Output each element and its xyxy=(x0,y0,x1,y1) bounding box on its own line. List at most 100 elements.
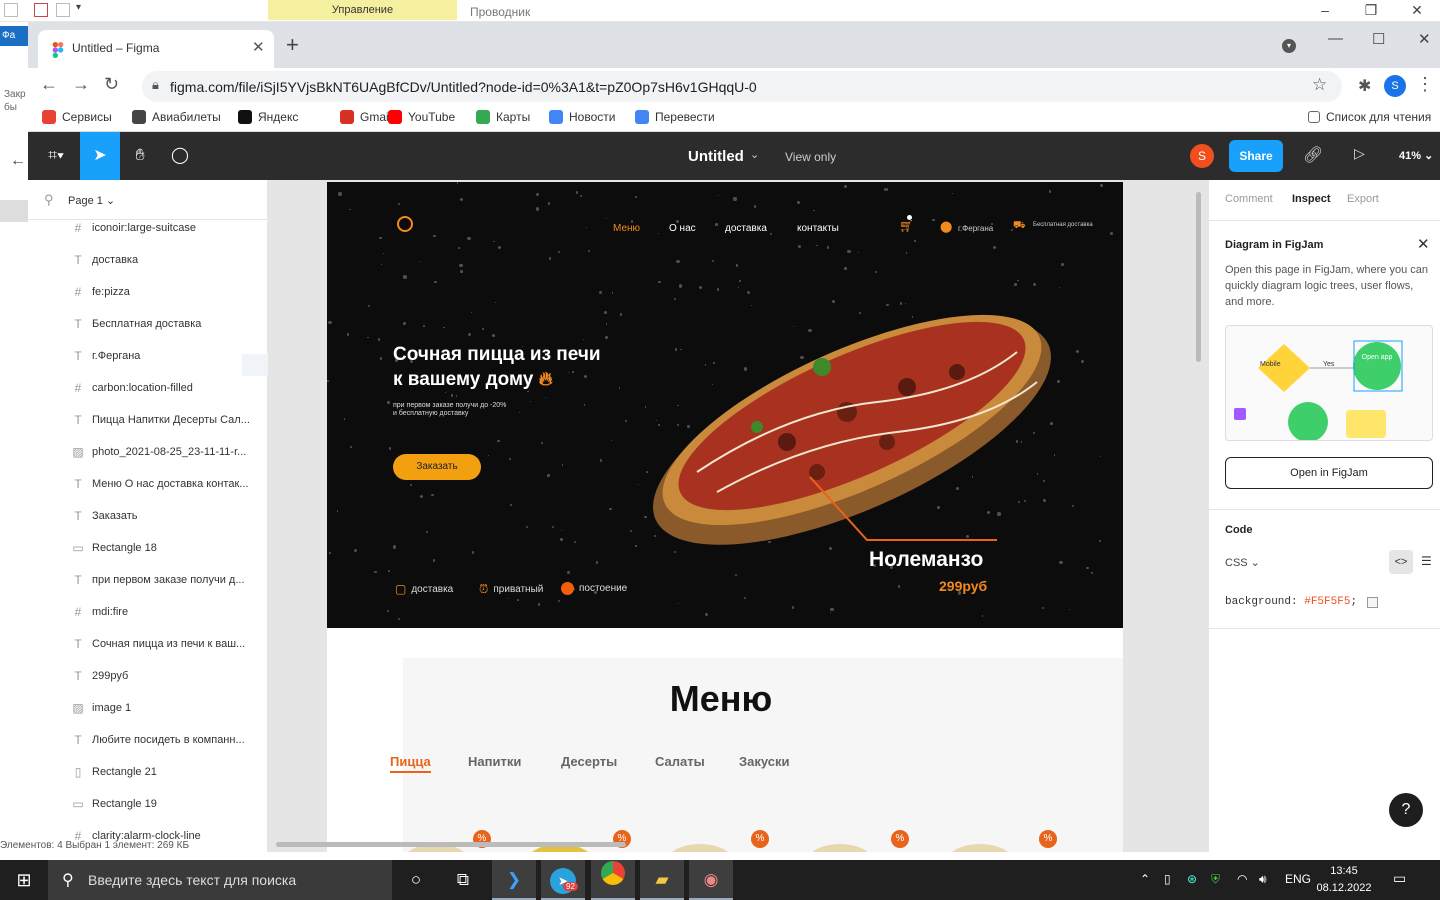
windows-start-icon[interactable]: ⊞ xyxy=(0,860,48,900)
tab-pizza[interactable]: Пицца xyxy=(390,754,431,773)
chrome-icon[interactable] xyxy=(591,860,635,900)
menu-kebab-icon[interactable]: ⋮ xyxy=(1416,74,1434,95)
tab-close-icon[interactable]: ✕ xyxy=(252,38,265,56)
present-play-icon[interactable]: ▷ xyxy=(1354,145,1365,162)
hero-nav-menu[interactable]: Меню xyxy=(613,223,640,234)
copy-link-icon[interactable]: 🔗︎ xyxy=(1303,145,1323,165)
tab-desserts[interactable]: Десерты xyxy=(561,754,617,769)
reading-list[interactable]: Список для чтения xyxy=(1308,110,1431,124)
move-tool-icon[interactable]: ➤ xyxy=(80,132,120,180)
bookmark-item[interactable]: Перевести xyxy=(635,110,715,124)
file-title[interactable]: Untitled xyxy=(688,148,744,165)
bookmark-item[interactable]: YouTube xyxy=(388,110,455,124)
figma-menu-icon[interactable]: ⌗▾ xyxy=(34,132,78,180)
hero-nav-delivery[interactable]: доставка xyxy=(725,223,767,234)
back-icon[interactable]: ← xyxy=(40,74,58,95)
zoom-level[interactable]: 41% ⌄ xyxy=(1399,149,1433,162)
properties-icon[interactable] xyxy=(34,3,48,17)
browser-tab[interactable]: Untitled – Figma ✕ xyxy=(38,30,274,68)
layer-row[interactable]: T 299руб xyxy=(28,660,267,692)
file-menu-tab[interactable]: Фа xyxy=(0,26,28,46)
layer-row[interactable]: Tдоставка xyxy=(28,244,267,276)
layer-row[interactable]: # carbon:location-filled xyxy=(28,372,267,404)
back-arrow-icon[interactable]: ← xyxy=(10,152,26,170)
code-language-select[interactable]: CSS ⌄ xyxy=(1225,556,1260,569)
tab-comment[interactable]: Comment xyxy=(1225,193,1273,205)
cortana-icon[interactable]: ○ xyxy=(394,860,438,900)
share-button[interactable]: Share xyxy=(1229,140,1283,172)
chevron-down-icon[interactable]: ⌄ xyxy=(750,148,759,161)
profile-avatar[interactable]: S xyxy=(1384,75,1406,97)
close-icon[interactable]: ✕ xyxy=(1418,30,1431,48)
bookmark-item[interactable]: Gmail xyxy=(340,110,391,124)
vertical-scrollbar[interactable] xyxy=(1196,192,1201,362)
layer-row[interactable]: T Заказать xyxy=(28,500,267,532)
tab-search-icon[interactable]: ▾ xyxy=(1282,39,1296,53)
address-bar[interactable]: 🔒︎ figma.com/file/iSjI5YVjsBkNT6UAgBfCDv… xyxy=(142,71,1342,102)
reload-icon[interactable]: ↻ xyxy=(104,74,119,95)
layer-row[interactable]: ▨ photo_2021-08-25_23-11-11-r... xyxy=(28,436,267,468)
notifications-icon[interactable]: ▭ xyxy=(1393,870,1406,887)
open-in-figjam-button[interactable]: Open in FigJam xyxy=(1225,457,1433,489)
tab-drinks[interactable]: Напитки xyxy=(468,754,521,769)
page-selector[interactable]: Page 1 ⌄ xyxy=(68,194,115,207)
bookmark-item[interactable]: Новости xyxy=(549,110,615,124)
volume-icon[interactable]: 🔊︎ xyxy=(1259,872,1267,887)
list-view-icon[interactable]: ☰ xyxy=(1421,554,1432,568)
app-tray-icon[interactable]: ⊛ xyxy=(1187,872,1197,886)
vscode-icon[interactable]: ❯ xyxy=(492,860,536,900)
wifi-icon[interactable]: ◠ xyxy=(1237,872,1247,886)
maximize-icon[interactable]: ☐ xyxy=(1372,30,1385,48)
restore-icon[interactable]: ❐ xyxy=(1348,0,1394,22)
close-icon[interactable]: ✕ xyxy=(1394,0,1440,22)
show-hidden-icons[interactable]: ⌃ xyxy=(1140,872,1150,886)
tab-salads[interactable]: Салаты xyxy=(655,754,705,769)
clock[interactable]: 13:45 08.12.2022 xyxy=(1312,863,1376,897)
layer-row[interactable]: ▯ Rectangle 21 xyxy=(28,756,267,788)
bookmark-item[interactable]: Сервисы xyxy=(42,110,112,124)
paint-icon[interactable]: ◉ xyxy=(689,860,733,900)
search-icon[interactable]: ⚲ xyxy=(44,192,54,208)
layer-row[interactable]: # fe:pizza xyxy=(28,276,267,308)
layer-row[interactable]: Tпри первом заказе получи д... xyxy=(28,564,267,596)
lock-icon[interactable]: 🔒︎ xyxy=(152,77,159,93)
bookmark-item[interactable]: Карты xyxy=(476,110,530,124)
layer-row[interactable]: ▨ image 1 xyxy=(28,692,267,724)
task-view-icon[interactable]: ⧉ xyxy=(441,860,485,900)
order-button[interactable]: Заказать xyxy=(393,454,481,480)
new-folder-icon[interactable] xyxy=(56,3,70,17)
css-code[interactable]: background: #F5F5F5; xyxy=(1225,596,1357,608)
taskbar-search[interactable]: ⚲ Введите здесь текст для поиска xyxy=(48,860,392,900)
horizontal-scrollbar[interactable] xyxy=(276,842,626,847)
customize-toolbar-icon[interactable]: ▾ xyxy=(76,2,81,13)
tab-inspect[interactable]: Inspect xyxy=(1292,193,1331,205)
hero-frame[interactable]: Меню О нас доставка контакты 🛒︎ ⬤ г.Ферг… xyxy=(327,182,1123,628)
shield-icon[interactable]: ⛨ xyxy=(1211,872,1220,887)
code-view-icon[interactable]: <> xyxy=(1389,550,1413,574)
bookmark-item[interactable]: Авиабилеты xyxy=(132,110,221,124)
forward-icon[interactable]: → xyxy=(72,74,90,95)
comment-tool-icon[interactable]: ◯ xyxy=(160,132,200,180)
user-avatar[interactable]: S xyxy=(1190,144,1214,168)
layer-row[interactable]: T Любите посидеть в компанн... xyxy=(28,724,267,756)
battery-icon[interactable]: ▯ xyxy=(1164,872,1171,886)
layer-row[interactable]: T Бесплатная доставка xyxy=(28,308,267,340)
layer-row[interactable]: Tг.Фергана xyxy=(28,340,267,372)
canvas[interactable]: Меню О нас доставка контакты 🛒︎ ⬤ г.Ферг… xyxy=(268,180,1208,852)
hand-tool-icon[interactable]: ✋︎ xyxy=(120,132,160,180)
manage-ribbon-tab[interactable]: Управление xyxy=(268,0,457,20)
close-icon[interactable]: ✕ xyxy=(1417,235,1430,253)
quick-access-icon[interactable] xyxy=(4,3,18,17)
help-button[interactable]: ? xyxy=(1389,793,1423,827)
menu-frame[interactable]: Меню Пицца Напитки Десерты Салаты Закуск… xyxy=(327,628,1123,852)
file-explorer-icon[interactable]: ▰ xyxy=(640,860,684,900)
new-tab-icon[interactable]: + xyxy=(286,32,299,58)
hero-nav-contacts[interactable]: контакты xyxy=(797,223,839,234)
minimize-icon[interactable]: — xyxy=(1328,30,1343,47)
cart-icon[interactable]: 🛒︎ xyxy=(899,219,914,233)
language-indicator[interactable]: ENG xyxy=(1285,872,1311,886)
bookmark-item[interactable]: Яндекс xyxy=(238,110,298,124)
layer-row[interactable]: # iconoir:large-suitcase xyxy=(28,212,267,244)
layer-row[interactable]: T Меню О нас доставка контак... xyxy=(28,468,267,500)
bookmark-star-icon[interactable]: ☆ xyxy=(1312,75,1327,95)
